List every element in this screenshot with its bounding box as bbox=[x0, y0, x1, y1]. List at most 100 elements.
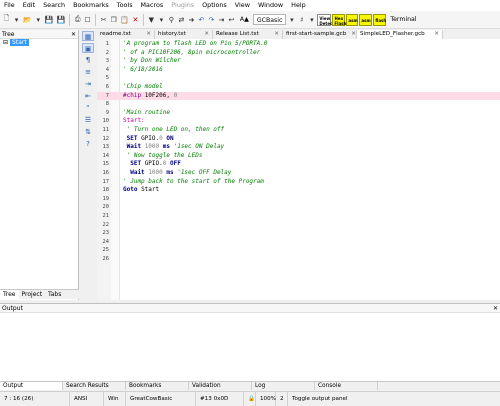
bottom-tab-bookmarks[interactable]: Bookmarks bbox=[126, 382, 189, 390]
terminal-button[interactable]: Terminal bbox=[387, 14, 419, 25]
dropdown-arrow-icon[interactable]: ▾ bbox=[287, 13, 296, 26]
bottom-tab-search-results[interactable]: Search Results bbox=[63, 382, 126, 390]
code-line[interactable]: 9 'Main routine bbox=[97, 109, 500, 118]
code-line[interactable]: 5 bbox=[97, 74, 500, 83]
code-line[interactable]: 25 bbox=[97, 246, 500, 255]
tree-node-start[interactable]: ⊟ Start bbox=[3, 39, 29, 46]
print-preview-icon[interactable]: ☐ bbox=[83, 13, 92, 26]
save-all-icon[interactable]: 💾 bbox=[55, 13, 66, 26]
code-line[interactable]: 22 bbox=[97, 221, 500, 230]
code-line[interactable]: 6 'Chip model bbox=[97, 83, 500, 92]
code-line[interactable]: 23 bbox=[97, 229, 500, 238]
sort-icon[interactable]: ⇅ bbox=[82, 127, 94, 137]
doc-tab[interactable]: Release List.txt ✕ bbox=[213, 30, 283, 39]
delete-icon[interactable]: ✕ bbox=[131, 13, 140, 26]
code-line[interactable]: 10 Start: bbox=[97, 117, 500, 126]
find-icon[interactable]: ⚲ bbox=[167, 13, 176, 26]
paragraph-icon[interactable]: ¶ bbox=[82, 55, 94, 65]
menu-plugins[interactable]: Plugins bbox=[167, 0, 198, 11]
code-line[interactable]: 20 bbox=[97, 203, 500, 212]
zoom-status[interactable]: 100% bbox=[256, 391, 276, 406]
programmer-icon[interactable]: ♯ bbox=[297, 13, 306, 26]
code-line[interactable]: 1 'A program to flash LED on Pin 5/PORTA.… bbox=[97, 40, 500, 49]
code-line[interactable]: 15 SET GPIO.0 OFF bbox=[97, 160, 500, 169]
code-line[interactable]: 2 ' of a PIC10F206, 8pin microcontroller bbox=[97, 49, 500, 58]
indent-icon[interactable]: ⇥ bbox=[82, 79, 94, 89]
doc-tab[interactable]: history.txt ✕ bbox=[155, 30, 213, 39]
code-line[interactable]: 24 bbox=[97, 238, 500, 247]
close-icon[interactable]: ✕ bbox=[493, 305, 498, 312]
print-icon[interactable]: ⎙ bbox=[73, 13, 82, 26]
menu-window[interactable]: Window bbox=[254, 0, 287, 11]
bottom-tab-output[interactable]: Output bbox=[0, 382, 63, 390]
open-folder-icon[interactable]: 📂 bbox=[22, 13, 33, 26]
bottom-tab-log[interactable]: Log bbox=[252, 382, 315, 390]
language-status[interactable]: GreatCowBasic bbox=[126, 391, 196, 406]
dropdown-arrow-icon[interactable]: ▾ bbox=[307, 13, 316, 26]
find-next-icon[interactable]: ➜ bbox=[187, 13, 196, 26]
tab-project[interactable]: Project bbox=[19, 290, 46, 299]
tree-node-label[interactable]: Start bbox=[10, 39, 29, 46]
hex-flash-button[interactable]: Hex Flash bbox=[332, 13, 346, 26]
comment-icon[interactable]: “ bbox=[82, 103, 94, 113]
tab-tree[interactable]: Tree bbox=[0, 290, 19, 299]
asm-button[interactable]: asm bbox=[346, 13, 359, 26]
menu-edit[interactable]: Edit bbox=[19, 0, 39, 11]
close-icon[interactable]: ✕ bbox=[71, 31, 76, 38]
panel-toggle-icon[interactable]: ▦ bbox=[82, 31, 94, 41]
bookmark-icon[interactable]: ▣ bbox=[82, 43, 94, 53]
dropdown-arrow-icon[interactable]: ▾ bbox=[157, 13, 166, 26]
menu-tools[interactable]: Tools bbox=[113, 0, 137, 11]
outdent-icon[interactable]: ⇤ bbox=[82, 91, 94, 101]
code-line[interactable]: 19 bbox=[97, 195, 500, 204]
code-line[interactable]: 14 ' Now toggle the LEDs bbox=[97, 152, 500, 161]
dropdown-arrow-icon[interactable]: ▾ bbox=[12, 13, 21, 26]
flash-button[interactable]: flash bbox=[373, 13, 387, 26]
word-wrap-icon[interactable]: ↩ bbox=[227, 13, 236, 26]
bottom-tab-validation[interactable]: Validation bbox=[189, 382, 252, 390]
replace-icon[interactable]: ⇄ bbox=[177, 13, 186, 26]
language-select[interactable]: GCBasic bbox=[252, 14, 287, 25]
code-line[interactable]: 4 ' 6/18/2016 bbox=[97, 66, 500, 75]
asm-button-2[interactable]: asm bbox=[359, 13, 373, 26]
close-tab-icon[interactable]: ✕ bbox=[204, 30, 209, 39]
code-line[interactable]: 12 SET GPIO.0 ON bbox=[97, 135, 500, 144]
new-file-icon[interactable]: 🗋 bbox=[2, 13, 11, 26]
menu-file[interactable]: File bbox=[0, 0, 19, 11]
encoding-status[interactable]: ANSI bbox=[70, 391, 104, 406]
code-editor[interactable]: 1 'A program to flash LED on Pin 5/PORTA.… bbox=[97, 39, 500, 300]
code-line[interactable]: 26 bbox=[97, 255, 500, 264]
save-icon[interactable]: 💾 bbox=[44, 13, 55, 26]
tree-expand-icon[interactable]: ⊟ bbox=[3, 39, 8, 46]
cut-icon[interactable]: ✂ bbox=[99, 13, 108, 26]
filter-icon[interactable]: ▼ bbox=[147, 13, 156, 26]
close-tab-icon[interactable]: ✕ bbox=[274, 30, 279, 39]
doc-tab[interactable]: SimpleLED_Flasher.gcb ✕ bbox=[357, 30, 443, 39]
code-line[interactable]: 7 #chip 10F206, 0 bbox=[97, 91, 500, 101]
menu-view[interactable]: View bbox=[231, 0, 254, 11]
close-tab-icon[interactable]: ✕ bbox=[351, 30, 356, 39]
redo-icon[interactable]: ↷ bbox=[207, 13, 216, 26]
menu-macros[interactable]: Macros bbox=[137, 0, 168, 11]
nav-icon[interactable]: ≡ bbox=[82, 67, 94, 77]
menu-help[interactable]: Help bbox=[287, 0, 310, 11]
code-line[interactable]: 11 ' Turn one LED on, then off bbox=[97, 126, 500, 135]
menu-options[interactable]: Options bbox=[198, 0, 231, 11]
code-line[interactable]: 18 Goto Start bbox=[97, 186, 500, 195]
copy-icon[interactable]: ❐ bbox=[109, 13, 118, 26]
code-line[interactable]: 17 ' Jump back to the start of the Progra… bbox=[97, 178, 500, 187]
bottom-tab-console[interactable]: Console bbox=[315, 382, 378, 390]
view-detect-button[interactable]: View Detect bbox=[317, 13, 334, 26]
font-size-button[interactable]: A▲ bbox=[237, 14, 252, 25]
code-line[interactable]: 8 bbox=[97, 100, 500, 109]
menu-bookmarks[interactable]: Bookmarks bbox=[69, 0, 113, 11]
tab-tabs[interactable]: Tabs bbox=[45, 290, 64, 299]
doc-tab[interactable]: first-start-sample.gcb ✕ bbox=[283, 30, 357, 39]
menu-search[interactable]: Search bbox=[39, 0, 69, 11]
code-line[interactable]: 3 ' by Don Wilcher bbox=[97, 57, 500, 66]
dropdown-arrow-icon[interactable]: ▾ bbox=[34, 13, 43, 26]
help-icon[interactable]: ? bbox=[82, 139, 94, 149]
line-ending-status[interactable]: Win bbox=[104, 391, 126, 406]
close-tab-icon[interactable]: ✕ bbox=[434, 30, 439, 39]
indent-icon[interactable]: ⇥ bbox=[217, 13, 226, 26]
